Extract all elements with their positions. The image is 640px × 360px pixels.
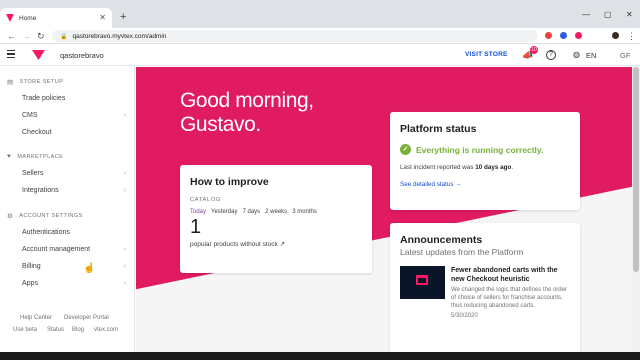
sidebar-item-integrations[interactable]: Integrations › <box>22 187 130 194</box>
profile-avatar[interactable] <box>612 32 619 39</box>
blog-link[interactable]: Blog <box>72 327 84 333</box>
metric-link[interactable]: popular products without stock ↗ <box>190 240 362 248</box>
sidebar-item-checkout[interactable]: Checkout <box>22 129 130 136</box>
globe-icon[interactable]: ◍ <box>573 49 580 61</box>
visit-store-button[interactable]: VISIT STORE <box>465 51 508 58</box>
chevron-right-icon: › <box>123 246 126 253</box>
section-account-settings: ⚙ ACCOUNT SETTINGS <box>7 213 83 220</box>
window-close-button[interactable]: ✕ <box>626 10 633 19</box>
reload-button[interactable]: ↻ <box>37 30 45 42</box>
announcement-date: 5/30/2020 <box>451 313 478 320</box>
platform-status-card: Platform status ✓ Everything is running … <box>390 112 580 210</box>
sidebar-item-authentications[interactable]: Authentications <box>22 229 130 236</box>
extension-icon[interactable] <box>575 32 582 39</box>
chevron-right-icon: › <box>123 112 126 119</box>
sidebar: ▤ STORE SETUP Trade policies CMS › Checko… <box>0 66 135 352</box>
store-icon: ▤ <box>7 79 14 86</box>
last-incident: Last incident reported was 10 days ago. <box>400 164 514 171</box>
developer-portal-link[interactable]: Developer Portal <box>64 315 109 321</box>
detailed-status-link[interactable]: See detailed status → <box>400 181 570 188</box>
browser-toolbar: ← → ↻ 🔒 qastorebravo.myvtex.com/admin ⋮ <box>0 28 640 44</box>
card-title: Announcements <box>400 234 483 246</box>
tab-3-months[interactable]: 3 months <box>292 209 317 215</box>
help-icon[interactable]: ? <box>546 50 556 60</box>
category-label: CATALOG <box>190 197 222 203</box>
tab-yesterday[interactable]: Yesterday <box>211 209 237 215</box>
shopping-cart-icon <box>416 275 428 285</box>
card-title: How to improve <box>190 176 269 188</box>
chevron-right-icon: › <box>123 187 126 194</box>
announcements-card: Announcements Latest updates from the Pl… <box>390 223 580 352</box>
card-subtitle: Latest updates from the Platform <box>400 247 524 257</box>
lock-icon: 🔒 <box>60 33 68 40</box>
announcement-body: We changed the logic that defines the or… <box>451 287 567 309</box>
mouse-cursor-icon: ☝ <box>83 263 96 274</box>
sidebar-item-billing[interactable]: Billing › <box>22 263 130 270</box>
sidebar-item-account-management[interactable]: Account management › <box>22 246 130 253</box>
check-circle-icon: ✓ <box>400 144 411 155</box>
heart-icon: ♥ <box>7 153 12 160</box>
use-beta-link[interactable]: Use beta <box>13 327 37 333</box>
store-name: qastorebravo <box>60 51 104 60</box>
tab-title: Home <box>19 14 37 22</box>
metric-value: 1 <box>190 216 202 238</box>
main-content: Good morning, Gustavo. How to improve CA… <box>136 67 632 352</box>
period-tabs: Today Yesterday 7 days 2 weeks 3 months <box>190 209 362 215</box>
tab-today[interactable]: Today <box>190 209 206 215</box>
card-title: Platform status <box>400 123 477 135</box>
chevron-right-icon: › <box>123 170 126 177</box>
address-bar[interactable]: 🔒 qastorebravo.myvtex.com/admin <box>52 30 538 42</box>
status-indicator: ✓ Everything is running correctly. <box>400 144 570 155</box>
vtex-link[interactable]: vtex.com <box>94 327 118 333</box>
announcement-thumbnail <box>400 266 445 299</box>
minimize-button[interactable]: — <box>582 10 590 19</box>
vtex-logo[interactable] <box>32 50 45 60</box>
sidebar-item-sellers[interactable]: Sellers › <box>22 170 130 177</box>
browser-tab[interactable]: Home ✕ <box>0 8 112 28</box>
tab-2-weeks[interactable]: 2 weeks <box>265 209 287 215</box>
extension-icon[interactable] <box>545 32 552 39</box>
announcement-item[interactable]: Fewer abandoned carts with the new Check… <box>400 266 570 319</box>
url-text: qastorebravo.myvtex.com/admin <box>72 32 167 40</box>
section-marketplace: ♥ MARKETPLACE <box>7 153 64 160</box>
scrollbar-thumb[interactable] <box>633 67 639 272</box>
gear-icon: ⚙ <box>7 213 14 220</box>
page-scrollbar[interactable] <box>632 66 640 352</box>
notification-badge: 10 <box>530 46 538 54</box>
chevron-right-icon: › <box>123 263 126 270</box>
vtex-favicon-icon <box>6 14 14 22</box>
tab-close-icon[interactable]: ✕ <box>99 13 106 22</box>
admin-header: qastorebravo VISIT STORE 📣 10 ? ◍ EN GF <box>0 45 640 66</box>
browser-tabbar: Home ✕ + — ▢ ✕ <box>0 0 640 28</box>
status-link[interactable]: Status <box>47 327 64 333</box>
language-selector[interactable]: EN <box>586 51 596 60</box>
back-button[interactable]: ← <box>7 30 16 42</box>
maximize-button[interactable]: ▢ <box>604 10 612 19</box>
sidebar-item-cms[interactable]: CMS › <box>22 112 130 119</box>
user-menu[interactable]: GF <box>620 51 630 60</box>
hamburger-menu-icon[interactable] <box>7 50 15 58</box>
forward-button[interactable]: → <box>22 30 31 42</box>
chevron-right-icon: › <box>123 280 126 287</box>
browser-menu-icon[interactable]: ⋮ <box>627 30 636 42</box>
os-taskbar <box>0 352 640 360</box>
tab-7-days[interactable]: 7 days <box>242 209 260 215</box>
extension-icon[interactable] <box>560 32 567 39</box>
sidebar-item-apps[interactable]: Apps › <box>22 280 130 287</box>
sidebar-item-trade-policies[interactable]: Trade policies <box>22 95 130 102</box>
help-center-link[interactable]: Help Center <box>20 315 52 321</box>
announcement-headline[interactable]: Fewer abandoned carts with the new Check… <box>451 266 570 284</box>
how-to-improve-card: How to improve CATALOG Today Yesterday 7… <box>180 165 372 273</box>
new-tab-button[interactable]: + <box>120 11 126 23</box>
greeting: Good morning, Gustavo. <box>180 89 314 136</box>
section-store-setup: ▤ STORE SETUP <box>7 79 64 86</box>
